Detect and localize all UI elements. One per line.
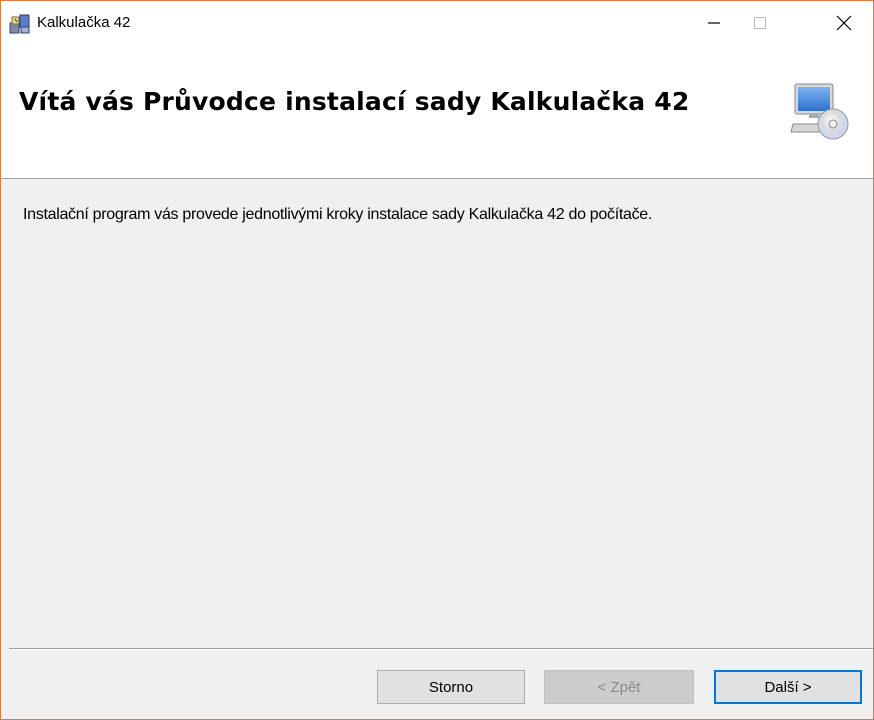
header-banner: Vítá vás Průvodce instalací sady Kalkula… [1, 45, 873, 179]
cancel-button[interactable]: Storno [377, 670, 525, 704]
minimize-button[interactable] [691, 1, 737, 45]
intro-text: Instalační program vás provede jednotliv… [23, 206, 653, 223]
close-icon [836, 15, 852, 31]
title-bar[interactable]: Kalkulačka 42 [1, 1, 873, 45]
installer-app-icon [9, 14, 30, 34]
computer-cd-icon [790, 83, 849, 140]
window-title: Kalkulačka 42 [37, 14, 131, 31]
maximize-icon [754, 17, 766, 29]
content-area: Instalační program vás provede jednotliv… [1, 179, 873, 649]
installer-window: Kalkulačka 42 Vítá vás Průvodce instalac… [0, 0, 874, 720]
back-button: < Zpět [544, 670, 694, 704]
page-title: Vítá vás Průvodce instalací sady Kalkula… [19, 87, 690, 116]
minimize-icon [708, 22, 720, 24]
button-divider [9, 648, 873, 650]
maximize-button [737, 1, 783, 45]
next-button[interactable]: Další > [714, 670, 862, 704]
close-button[interactable] [821, 1, 867, 45]
